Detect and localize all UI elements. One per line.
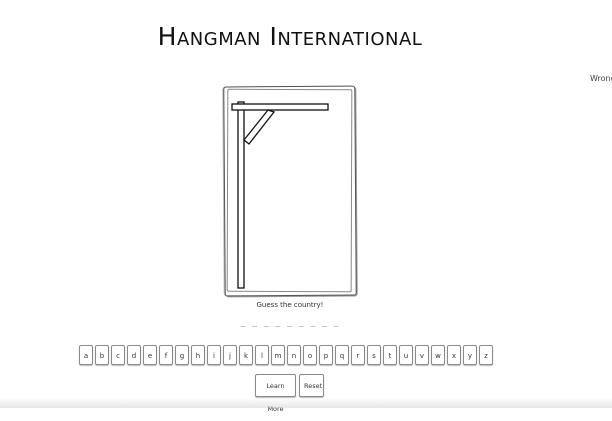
letter-key-m[interactable]: m (271, 345, 285, 365)
letter-key-y[interactable]: y (463, 345, 477, 365)
letter-key-r[interactable]: r (351, 345, 365, 365)
letter-key-s[interactable]: s (367, 345, 381, 365)
gallows-beam (231, 103, 329, 111)
reset-button[interactable]: Reset (299, 374, 324, 397)
letter-key-a[interactable]: a (79, 345, 93, 365)
letter-key-l[interactable]: l (255, 345, 269, 365)
letter-key-g[interactable]: g (175, 345, 189, 365)
action-buttons: Learn More Reset (255, 374, 324, 413)
letter-key-x[interactable]: x (447, 345, 461, 365)
letter-key-z[interactable]: z (479, 345, 493, 365)
gallows-drawing (231, 101, 329, 289)
letter-key-o[interactable]: o (303, 345, 317, 365)
game-title: Hangman International (157, 22, 423, 51)
letter-key-f[interactable]: f (159, 345, 173, 365)
gallows-brace (243, 109, 276, 145)
letter-key-u[interactable]: u (399, 345, 413, 365)
letter-key-h[interactable]: h (191, 345, 205, 365)
letter-keyboard: abcdefghijklmnopqrstuvwxyz (79, 345, 493, 365)
bottom-shadow (0, 398, 612, 408)
letter-key-b[interactable]: b (95, 345, 109, 365)
letter-key-q[interactable]: q (335, 345, 349, 365)
letter-key-v[interactable]: v (415, 345, 429, 365)
letter-key-e[interactable]: e (143, 345, 157, 365)
letter-key-t[interactable]: t (383, 345, 397, 365)
wrong-guesses-label: Wrong gu (590, 74, 612, 83)
letter-key-p[interactable]: p (319, 345, 333, 365)
letter-key-n[interactable]: n (287, 345, 301, 365)
word-blanks: _ _ _ _ _ _ _ _ _ (240, 318, 340, 327)
guess-prompt: Guess the country! (256, 301, 324, 309)
letter-key-d[interactable]: d (127, 345, 141, 365)
letter-key-w[interactable]: w (431, 345, 445, 365)
letter-key-i[interactable]: i (207, 345, 221, 365)
letter-key-j[interactable]: j (223, 345, 237, 365)
letter-key-k[interactable]: k (239, 345, 253, 365)
learn-more-button[interactable]: Learn More (255, 374, 296, 413)
gallows-post (237, 101, 245, 289)
letter-key-c[interactable]: c (111, 345, 125, 365)
